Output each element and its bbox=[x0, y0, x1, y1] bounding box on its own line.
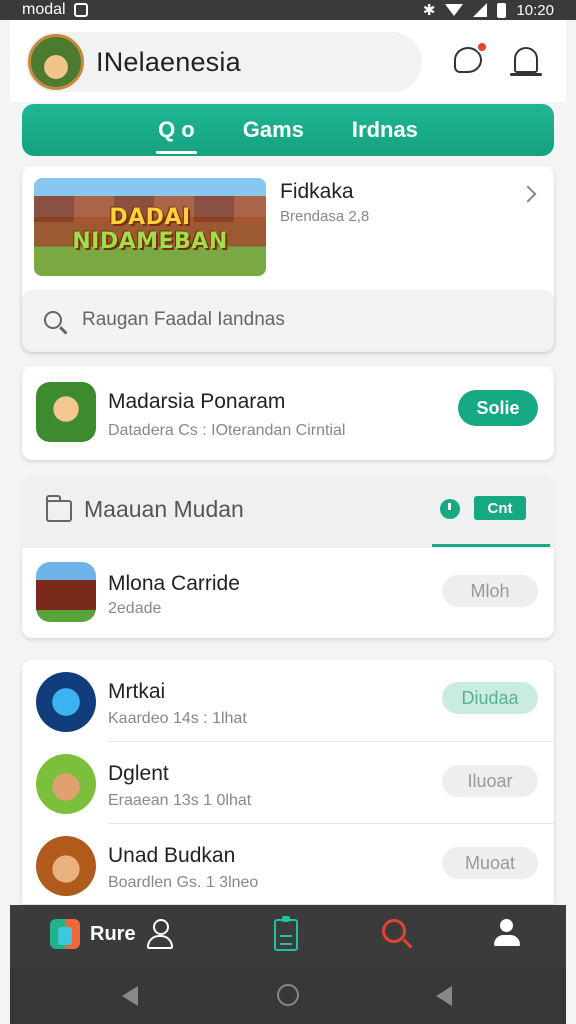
list-item-subtitle: Boardlen Gs. 1 3lneo bbox=[108, 874, 259, 891]
clipboard-icon bbox=[274, 916, 298, 951]
item-action-button[interactable]: Mloh bbox=[442, 575, 538, 607]
profile-icon bbox=[492, 919, 522, 949]
chevron-right-icon[interactable] bbox=[519, 185, 537, 203]
search-placeholder: Raugan Faadal Iandnas bbox=[82, 309, 285, 330]
back-icon[interactable] bbox=[122, 986, 138, 1006]
chat-button[interactable] bbox=[448, 38, 488, 82]
bluetooth-icon: ✱ bbox=[422, 2, 436, 19]
featured-title: Fidkaka bbox=[280, 180, 354, 203]
status-time: 10:20 bbox=[516, 1, 554, 19]
search-icon bbox=[382, 919, 406, 943]
app-list: Mrtkai Kaardeo 14s : 1lhat Diudaa Dglent… bbox=[22, 660, 554, 904]
system-navigation bbox=[10, 968, 566, 1024]
app-card[interactable]: Madarsia Ponaram Datadera Cs : IOteranda… bbox=[22, 366, 554, 460]
recents-icon[interactable] bbox=[436, 986, 452, 1006]
list-item-button[interactable]: Muoat bbox=[442, 847, 538, 879]
status-bar: modal ✱ 10:20 bbox=[0, 0, 576, 20]
notifications-button[interactable] bbox=[506, 38, 546, 82]
apps-icon bbox=[50, 919, 80, 949]
app-subtitle: Datadera Cs : IOterandan Cirntial bbox=[108, 422, 346, 439]
featured-subtitle: Brendasa 2,8 bbox=[280, 208, 370, 225]
section-item-card[interactable]: Mlona Carride 2edade Mloh bbox=[22, 548, 554, 638]
app-icon bbox=[36, 754, 96, 814]
featured-banner-image[interactable]: DADAI NIDAMEBAN bbox=[34, 178, 266, 276]
nav-item-home[interactable]: Rure bbox=[50, 919, 174, 949]
banner-line-1: DADAI bbox=[109, 205, 191, 230]
app-action-button[interactable]: Solie bbox=[458, 390, 538, 426]
list-item[interactable]: Unad Budkan Boardlen Gs. 1 3lneo Muoat bbox=[22, 824, 554, 906]
avatar[interactable] bbox=[28, 34, 84, 90]
banner-line-2: NIDAMEBAN bbox=[72, 229, 228, 254]
search-icon bbox=[44, 311, 62, 329]
banner-logo-text: DADAI NIDAMEBAN bbox=[34, 206, 266, 254]
item-subtitle: 2edade bbox=[108, 600, 162, 617]
nav-label: Rure bbox=[90, 922, 136, 945]
list-item-title: Unad Budkan bbox=[108, 844, 236, 867]
tab-other[interactable]: Irdnas bbox=[328, 104, 442, 156]
battery-icon bbox=[497, 2, 507, 18]
app-header: INelaenesia bbox=[10, 20, 566, 102]
person-icon bbox=[146, 919, 174, 949]
tab-home[interactable]: Q o bbox=[134, 104, 219, 156]
chat-icon bbox=[454, 41, 488, 73]
app-title: Madarsia Ponaram bbox=[108, 390, 286, 413]
list-item-subtitle: Kaardeo 14s : 1lhat bbox=[108, 710, 247, 727]
app-notification-icon bbox=[73, 3, 88, 17]
list-item-title: Dglent bbox=[108, 762, 169, 785]
section-header: Maauan Mudan Cnt bbox=[22, 476, 554, 548]
list-item-button[interactable]: Diudaa bbox=[442, 682, 538, 714]
home-icon[interactable] bbox=[277, 984, 299, 1006]
section-tab-indicator bbox=[432, 544, 550, 547]
bell-icon bbox=[510, 47, 542, 76]
item-title: Mlona Carride bbox=[108, 572, 240, 595]
list-item[interactable]: Dglent Eraaean 13s 1 0lhat Iluoar bbox=[22, 742, 554, 824]
app-title: INelaenesia bbox=[96, 46, 241, 77]
tab-bar: Q o Gams Irdnas bbox=[22, 104, 554, 156]
notification-dot bbox=[476, 41, 488, 53]
nav-item-search[interactable] bbox=[382, 919, 406, 943]
featured-card[interactable]: DADAI NIDAMEBAN Fidkaka Brendasa 2,8 Rau… bbox=[22, 166, 554, 352]
status-app-label: modal bbox=[22, 1, 66, 18]
nav-item-tasks[interactable] bbox=[274, 916, 298, 951]
folder-icon bbox=[45, 495, 72, 522]
app-icon bbox=[36, 836, 96, 896]
tab-games[interactable]: Gams bbox=[219, 104, 328, 156]
app-icon bbox=[36, 562, 96, 622]
list-item[interactable]: Mrtkai Kaardeo 14s : 1lhat Diudaa bbox=[22, 660, 554, 742]
search-bar[interactable]: Raugan Faadal Iandnas bbox=[22, 290, 554, 350]
section-action-button[interactable]: Cnt bbox=[474, 496, 526, 520]
bottom-navigation: Rure bbox=[10, 905, 566, 968]
app-icon bbox=[36, 672, 96, 732]
section-title: Maauan Mudan bbox=[84, 496, 244, 522]
list-item-title: Mrtkai bbox=[108, 680, 166, 703]
clock-icon[interactable] bbox=[440, 499, 460, 519]
profile-pill[interactable]: INelaenesia bbox=[26, 32, 422, 92]
signal-icon bbox=[473, 3, 488, 17]
wifi-icon bbox=[445, 4, 464, 16]
list-item-subtitle: Eraaean 13s 1 0lhat bbox=[108, 792, 252, 809]
list-item-button[interactable]: Iluoar bbox=[442, 765, 538, 797]
nav-item-profile[interactable] bbox=[492, 919, 522, 949]
app-icon bbox=[36, 382, 96, 442]
